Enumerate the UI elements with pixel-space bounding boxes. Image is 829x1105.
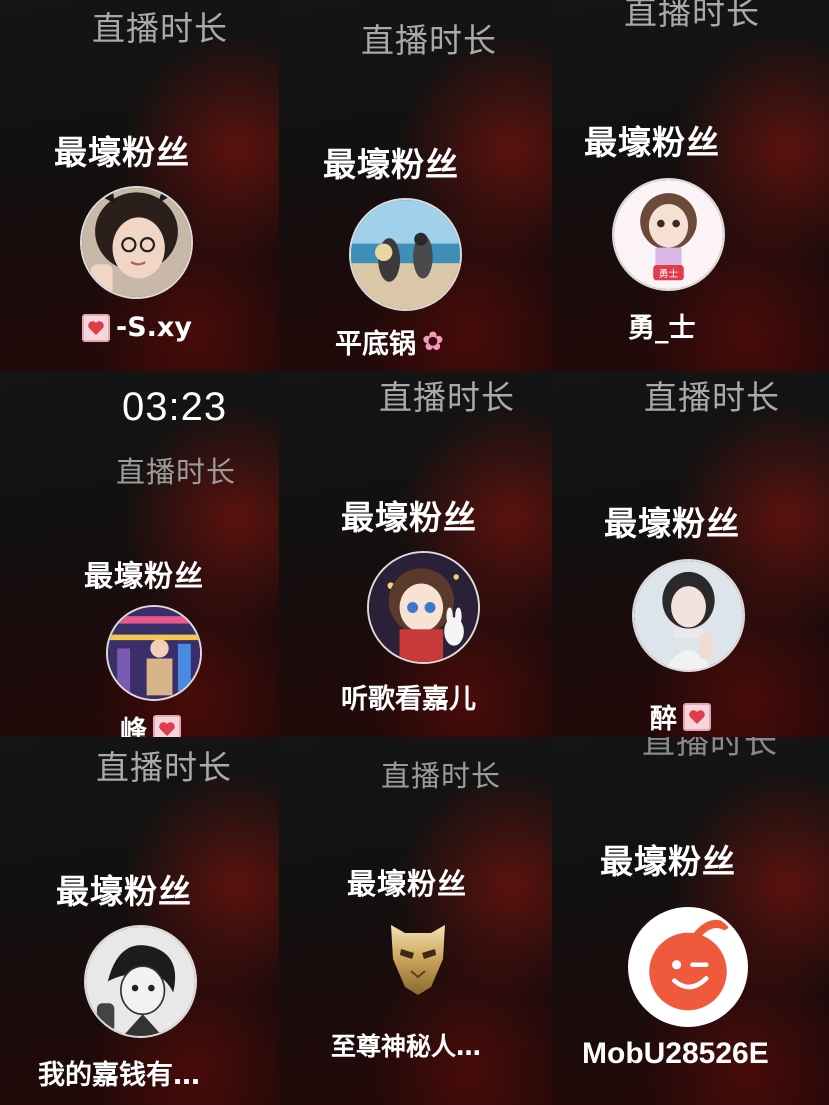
default-avatar-icon: [631, 910, 745, 1024]
top-fan-name[interactable]: 平底锅 ✿: [335, 322, 444, 361]
avatar-photo-icon: [82, 188, 191, 297]
svg-text:勇士: 勇士: [659, 267, 679, 280]
top-fan-label: 最壕粉丝: [604, 504, 740, 543]
top-fan-avatar[interactable]: [628, 907, 748, 1027]
stats-card-4: 03:23 直播时长 最壕粉丝 峰: [0, 371, 279, 737]
top-fan-avatar[interactable]: [349, 198, 462, 311]
top-fan-name[interactable]: 峰: [120, 709, 181, 737]
avatar-photo-icon: [351, 200, 460, 309]
duration-label: 直播时长: [92, 9, 228, 48]
top-fan-name-text: 平底锅: [335, 329, 416, 360]
top-fan-label: 最壕粉丝: [584, 123, 720, 162]
top-fan-avatar[interactable]: [367, 551, 480, 664]
stats-card-7: 直播时长 最壕粉丝 我的嘉钱有…: [0, 737, 279, 1105]
cherry-blossom-icon: ✿: [422, 326, 444, 357]
stats-card-9: 直播时长 最壕粉丝 MobU28526E: [552, 737, 829, 1105]
top-fan-label: 最壕粉丝: [347, 867, 468, 901]
top-fan-name[interactable]: MobU28526E: [582, 1037, 769, 1071]
live-timer: 03:23: [122, 385, 228, 429]
stats-card-6: 直播时长 最壕粉丝 醉: [552, 371, 829, 737]
duration-label: 直播时长: [96, 748, 232, 787]
top-fan-name[interactable]: -S.xy: [82, 312, 192, 343]
duration-label: 直播时长: [644, 378, 780, 417]
heart-badge-icon: [82, 313, 110, 342]
top-fan-label: 最壕粉丝: [323, 145, 459, 184]
top-fan-name-text: 醉: [650, 704, 677, 735]
top-fan-name-text: 至尊神秘人…: [331, 1032, 482, 1061]
avatar-cartoon-icon: [86, 927, 195, 1036]
avatar-photo-icon: [634, 561, 743, 670]
top-fan-name[interactable]: 勇_士: [628, 306, 696, 345]
top-fan-name-text: 勇_士: [628, 313, 696, 344]
duration-label: 直播时长: [642, 737, 778, 761]
top-fan-name[interactable]: 听歌看嘉儿: [341, 677, 476, 716]
live-stats-grid: 直播时长 最壕粉丝 -S.xy 直播时长 最壕粉丝 平底锅 ✿ 直播时长 最壕粉…: [0, 0, 829, 1105]
top-fan-name[interactable]: 醉: [650, 697, 711, 736]
duration-label: 直播时长: [116, 455, 237, 489]
top-fan-name-text: 我的嘉钱有…: [38, 1060, 200, 1091]
stats-card-8: 直播时长 最壕粉丝 至尊神秘人…: [279, 737, 552, 1105]
stats-card-5: 直播时长 最壕粉丝 听歌看嘉儿: [279, 371, 552, 737]
top-fan-label: 最壕粉丝: [600, 842, 736, 881]
stats-card-2: 直播时长 最壕粉丝 平底锅 ✿: [279, 0, 552, 371]
top-fan-label: 最壕粉丝: [84, 559, 205, 593]
top-fan-name-text: MobU28526E: [582, 1037, 769, 1070]
top-fan-avatar[interactable]: [632, 559, 745, 672]
heart-badge-icon: [683, 702, 711, 731]
top-fan-avatar[interactable]: [84, 925, 197, 1038]
top-fan-name[interactable]: 我的嘉钱有…: [38, 1053, 200, 1092]
avatar-photo-icon: [108, 607, 200, 699]
top-fan-label: 最壕粉丝: [56, 872, 192, 911]
top-fan-name-text: 峰: [120, 716, 147, 737]
mystery-mask-icon[interactable]: [387, 923, 449, 997]
top-fan-label: 最壕粉丝: [341, 498, 477, 537]
top-fan-name-text: 听歌看嘉儿: [341, 684, 476, 715]
heart-badge-icon: [153, 714, 181, 737]
duration-label: 直播时长: [361, 21, 497, 60]
stats-card-3: 直播时长 最壕粉丝 勇士 勇_士: [552, 0, 829, 371]
top-fan-label: 最壕粉丝: [54, 133, 190, 172]
duration-label: 直播时长: [624, 0, 760, 32]
duration-label: 直播时长: [381, 759, 502, 793]
top-fan-name[interactable]: 至尊神秘人…: [331, 1027, 481, 1063]
stats-card-1: 直播时长 最壕粉丝 -S.xy: [0, 0, 279, 371]
avatar-cartoon-icon: 勇士: [614, 180, 723, 289]
top-fan-avatar[interactable]: [106, 605, 202, 701]
top-fan-name-text: -S.xy: [116, 312, 192, 343]
top-fan-avatar[interactable]: [80, 186, 193, 299]
duration-label: 直播时长: [379, 378, 515, 417]
avatar-cartoon-icon: [369, 553, 478, 662]
top-fan-avatar[interactable]: 勇士: [612, 178, 725, 291]
